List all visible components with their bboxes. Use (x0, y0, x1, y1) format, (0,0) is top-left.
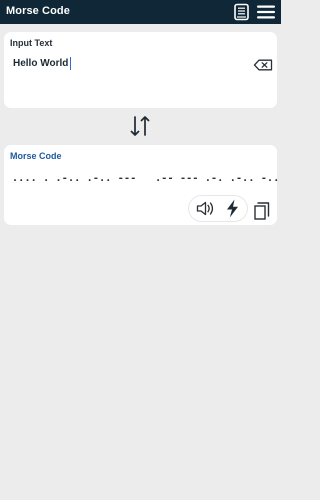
copy-icon[interactable] (253, 201, 271, 221)
morse-label: Morse Code (10, 151, 62, 161)
top-app-bar: Morse Code (0, 0, 281, 24)
swap-vertical-icon[interactable] (128, 115, 152, 137)
app-title: Morse Code (6, 5, 70, 17)
morse-card: Morse Code .... . .-.. .-.. --- .-- --- … (4, 145, 280, 225)
input-card: Input Text Hello World (4, 32, 277, 108)
lightning-icon[interactable] (226, 199, 239, 218)
morse-output: .... . .-.. .-.. --- .-- --- .-. .-.. -.… (12, 173, 280, 184)
backspace-icon[interactable] (253, 59, 273, 71)
input-label: Input Text (10, 38, 53, 48)
playback-controls (189, 196, 247, 221)
book-icon[interactable] (233, 3, 250, 21)
speaker-icon[interactable] (196, 200, 217, 217)
hamburger-menu-icon[interactable] (257, 5, 275, 19)
text-cursor (70, 57, 72, 70)
input-text-value: Hello World (13, 58, 69, 69)
input-text-field[interactable]: Hello World (13, 57, 72, 70)
